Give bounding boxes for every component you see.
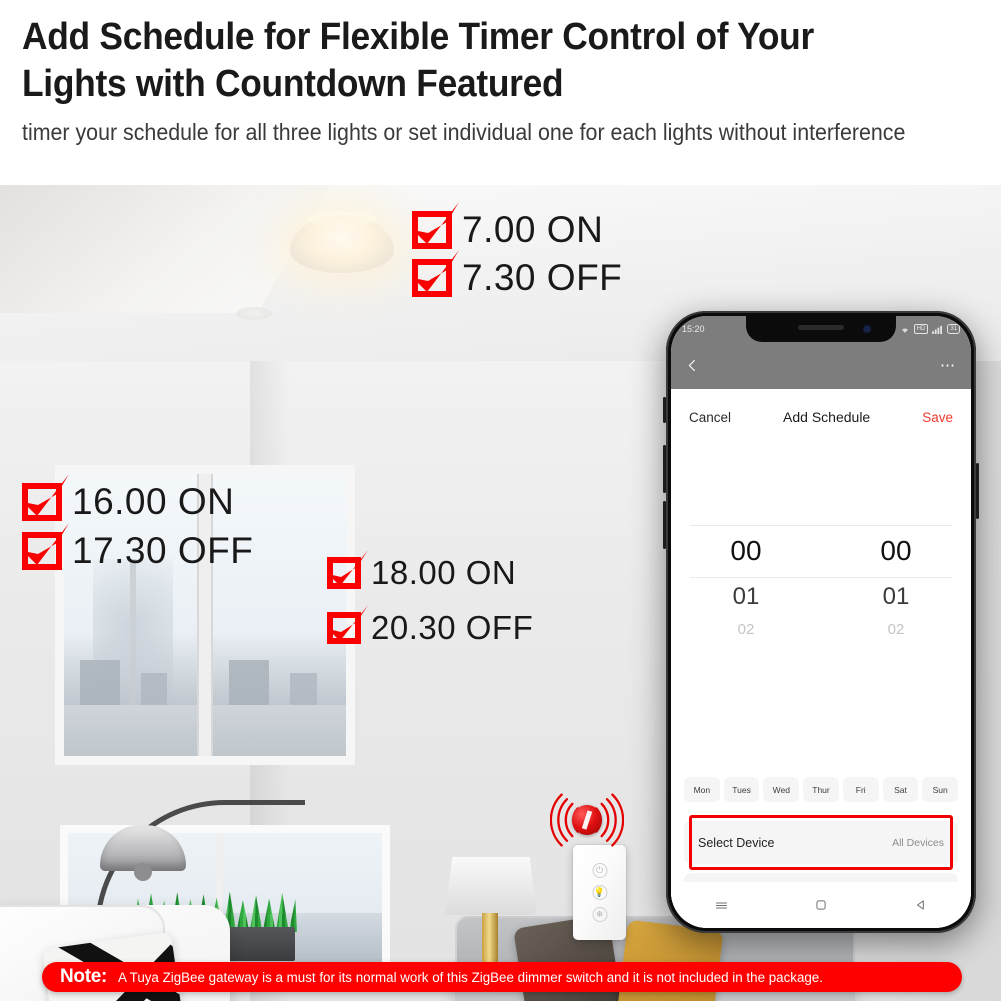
chevron-left-icon[interactable] (685, 358, 700, 373)
save-button[interactable]: Save (922, 410, 953, 425)
power-icon[interactable]: ⏻ (592, 863, 607, 878)
wifi-icon (901, 327, 908, 333)
annotation-text: 17.30 OFF (72, 530, 254, 571)
more-options-icon[interactable]: ⋯ (940, 358, 957, 373)
note-text: A Tuya ZigBee gateway is a must for its … (118, 969, 824, 985)
sheet-title: Add Schedule (783, 409, 871, 425)
time-picker[interactable]: 00 01 02 00 01 02 (671, 525, 971, 645)
annotation-text: 7.30 OFF (462, 257, 623, 298)
checkbox-checked-icon (22, 474, 69, 521)
row-value: All Devices (892, 836, 944, 849)
annotation-text: 18.00 ON (371, 554, 517, 591)
android-nav-bar (671, 882, 971, 928)
sheet-header: Cancel Add Schedule Save (671, 389, 971, 445)
status-bar-time: 15:20 (682, 324, 705, 334)
note-label: Note: (60, 966, 108, 987)
note-banner: Note: A Tuya ZigBee gateway is a must fo… (42, 962, 962, 992)
product-infographic: Add Schedule for Flexible Timer Control … (0, 0, 1001, 1001)
day-chip-mon[interactable]: Mon (684, 777, 720, 802)
hour-after-value[interactable]: 02 (671, 617, 821, 643)
battery-icon: 31 (947, 324, 960, 334)
wifi-core-dot (572, 805, 602, 835)
minute-selected-value[interactable]: 00 (821, 525, 971, 577)
back-triangle-icon[interactable] (914, 898, 928, 912)
row-label: Select Device (698, 835, 775, 850)
minute-picker-column[interactable]: 00 01 02 (821, 525, 971, 645)
day-chip-wed[interactable]: Wed (763, 777, 800, 802)
smoke-detector (236, 307, 272, 320)
add-schedule-sheet: Cancel Add Schedule Save 00 01 02 00 01 … (671, 389, 971, 928)
phone-mute-button[interactable] (663, 397, 666, 423)
outdoor-ground (64, 705, 197, 756)
phone-volume-up-button[interactable] (663, 445, 666, 493)
hd-icon: HD (913, 324, 929, 334)
app-bar: ⋯ (671, 342, 971, 389)
outdoor-ground (213, 705, 346, 756)
day-chip-fri[interactable]: Fri (842, 777, 879, 802)
annotation-floorlamp-off: 17.30 OFF (22, 523, 254, 572)
annotation-tablelamp-on: 18.00 ON (327, 550, 517, 592)
phone-screen: 15:20 HD 31 ⋯ Cancel Add Schedule Save 0… (671, 316, 971, 928)
annotation-floorlamp-on: 16.00 ON (22, 474, 235, 523)
annotation-ceiling-on: 7.00 ON (412, 202, 604, 251)
bulb-icon[interactable]: 💡 (592, 885, 607, 900)
cancel-button[interactable]: Cancel (689, 410, 731, 425)
smartphone-mockup: 15:20 HD 31 ⋯ Cancel Add Schedule Save 0… (663, 311, 979, 933)
minute-next-value[interactable]: 01 (821, 577, 971, 617)
earpiece-speaker (798, 325, 844, 330)
day-selector: Mon Tues Wed Thur Fri Sat Sun (684, 777, 959, 802)
day-chip-sat[interactable]: Sat (882, 777, 919, 802)
fan-icon[interactable]: ❄ (592, 907, 607, 922)
hour-picker-column[interactable]: 00 01 02 (671, 525, 821, 645)
day-chip-tues[interactable]: Tues (723, 777, 760, 802)
home-icon[interactable] (814, 898, 828, 912)
table-lamp-shade (445, 857, 537, 915)
checkbox-checked-icon (412, 250, 459, 297)
phone-volume-down-button[interactable] (663, 501, 666, 549)
annotation-tablelamp-off: 20.30 OFF (327, 605, 534, 647)
wifi-signal-icon (550, 790, 624, 850)
day-chip-sun[interactable]: Sun (922, 777, 959, 802)
hour-selected-value[interactable]: 00 (671, 525, 821, 577)
minute-after-value[interactable]: 02 (821, 617, 971, 643)
phone-notch (746, 316, 896, 342)
status-bar-icons: HD 31 (900, 324, 960, 334)
menu-icon[interactable] (714, 898, 729, 913)
annotation-ceiling-off: 7.30 OFF (412, 250, 623, 299)
day-chip-thur[interactable]: Thur (803, 777, 839, 802)
header-section: Add Schedule for Flexible Timer Control … (0, 0, 1001, 185)
phone-power-button[interactable] (976, 463, 979, 519)
wall-touch-switch-panel[interactable]: ⏻ 💡 ❄ (573, 845, 626, 940)
hour-next-value[interactable]: 01 (671, 577, 821, 617)
front-camera (864, 326, 870, 332)
annotation-text: 16.00 ON (72, 481, 235, 522)
page-subtitle: timer your schedule for all three lights… (22, 119, 906, 145)
annotation-text: 7.00 ON (462, 209, 604, 250)
row-select-device[interactable]: Select Device All Devices (684, 821, 958, 864)
checkbox-checked-icon (327, 605, 368, 644)
checkbox-checked-icon (327, 550, 368, 589)
annotation-text: 20.30 OFF (371, 609, 534, 646)
signal-icon (932, 325, 943, 334)
checkbox-checked-icon (412, 202, 459, 249)
checkbox-checked-icon (22, 523, 69, 570)
page-title: Add Schedule for Flexible Timer Control … (22, 16, 814, 105)
